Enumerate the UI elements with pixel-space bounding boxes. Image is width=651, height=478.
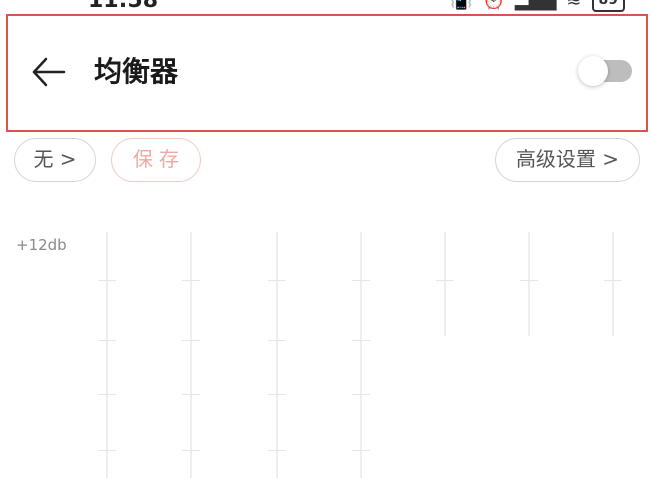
wifi-icon: ≋	[566, 0, 582, 11]
save-button[interactable]: 保存	[111, 138, 201, 182]
eq-band-slider[interactable]	[106, 232, 108, 478]
eq-band-tick	[98, 394, 116, 395]
eq-band-tick	[182, 280, 200, 281]
eq-band-slider[interactable]	[360, 232, 362, 478]
signal-icon: ▂▄▆	[514, 0, 557, 11]
eq-band-tick	[352, 394, 370, 395]
eq-band-tick	[182, 340, 200, 341]
arrow-left-icon	[32, 57, 66, 87]
eq-band-tick	[352, 280, 370, 281]
eq-band-tick	[436, 280, 454, 281]
status-icons: 📳 ⏰ ▂▄▆ ≋ 89	[450, 0, 625, 12]
eq-band-slider[interactable]	[276, 232, 278, 478]
back-button[interactable]	[28, 52, 68, 92]
eq-band-tick	[520, 280, 538, 281]
eq-band-tick	[604, 280, 622, 281]
equalizer-toggle[interactable]	[576, 56, 636, 86]
eq-band-tick	[182, 450, 200, 451]
eq-band-slider[interactable]	[444, 232, 446, 336]
preset-selector-button[interactable]: 无 >	[14, 138, 96, 182]
eq-band-slider[interactable]	[612, 232, 614, 336]
battery-icon: 89	[591, 0, 625, 12]
eq-band-tick	[352, 450, 370, 451]
eq-band-tick	[98, 340, 116, 341]
header-bar: 均衡器	[6, 14, 648, 132]
page-title: 均衡器	[94, 55, 179, 88]
eq-band-tick	[268, 280, 286, 281]
equalizer-bands	[0, 228, 651, 478]
alarm-icon: ⏰	[482, 0, 505, 11]
eq-band-slider[interactable]	[528, 232, 530, 336]
equalizer-screen: 11:58 📳 ⏰ ▂▄▆ ≋ 89 均衡器 无 > 保存 高级设置 > +12…	[0, 0, 651, 478]
eq-band-slider[interactable]	[190, 232, 192, 478]
eq-band-tick	[268, 450, 286, 451]
eq-band-tick	[182, 394, 200, 395]
eq-band-tick	[98, 450, 116, 451]
toggle-knob	[578, 56, 608, 86]
status-time: 11:58	[88, 0, 159, 13]
vibrate-off-icon: 📳	[450, 0, 473, 11]
battery-level: 89	[598, 0, 618, 8]
eq-band-tick	[98, 280, 116, 281]
status-bar: 11:58 📳 ⏰ ▂▄▆ ≋ 89	[0, 0, 651, 14]
eq-band-tick	[268, 340, 286, 341]
advanced-settings-button[interactable]: 高级设置 >	[495, 138, 640, 182]
eq-band-tick	[352, 340, 370, 341]
eq-band-tick	[268, 394, 286, 395]
